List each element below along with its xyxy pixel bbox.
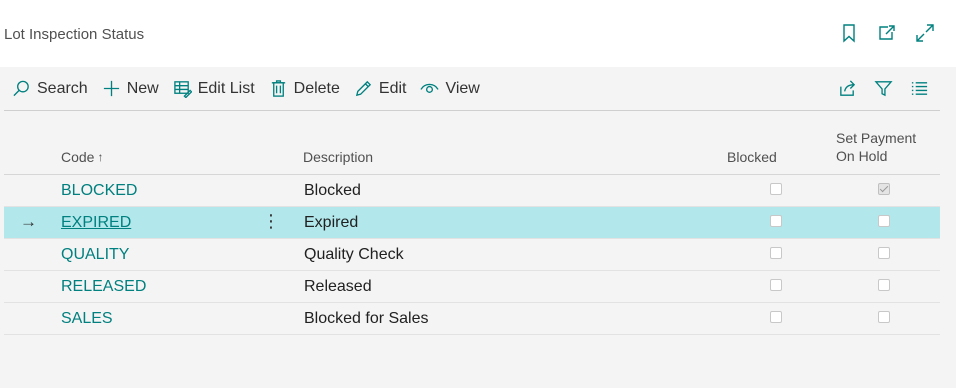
delete-label: Delete xyxy=(293,79,340,97)
table-row[interactable]: QUALITY Quality Check xyxy=(4,239,940,271)
share-icon[interactable] xyxy=(836,78,858,100)
column-headers: Code ↑ Description Blocked Set Payment O… xyxy=(4,111,940,175)
list-view-icon[interactable] xyxy=(908,78,930,100)
row-code-link[interactable]: QUALITY xyxy=(61,246,129,264)
row-code-link[interactable]: BLOCKED xyxy=(61,182,137,200)
edit-list-label: Edit List xyxy=(197,79,255,97)
new-label: New xyxy=(126,79,159,97)
blocked-checkbox xyxy=(770,215,782,227)
eye-icon xyxy=(420,83,440,93)
set-payment-on-hold-checkbox xyxy=(878,183,890,195)
filter-icon[interactable] xyxy=(872,78,894,100)
search-icon xyxy=(13,80,29,97)
page-header: Lot Inspection Status xyxy=(0,0,956,67)
edit-button[interactable]: Edit xyxy=(347,74,414,104)
set-payment-on-hold-checkbox xyxy=(878,215,890,227)
blocked-checkbox xyxy=(770,183,782,195)
set-payment-on-hold-checkbox xyxy=(878,247,890,259)
search-button[interactable]: Search xyxy=(4,74,95,104)
row-code-link[interactable]: RELEASED xyxy=(61,278,146,296)
page-title: Lot Inspection Status xyxy=(4,26,145,43)
toolbar-right-actions xyxy=(836,78,940,100)
row-more-options-icon[interactable]: ⋮ xyxy=(262,211,280,232)
view-button[interactable]: View xyxy=(413,74,486,104)
blocked-checkbox xyxy=(770,247,782,259)
row-description: Quality Check xyxy=(304,246,404,263)
edit-list-button[interactable]: Edit List xyxy=(166,74,262,104)
row-description: Released xyxy=(304,278,372,295)
row-description: Expired xyxy=(304,214,359,231)
expand-icon[interactable] xyxy=(914,22,936,44)
trash-icon xyxy=(271,80,285,97)
bookmark-icon[interactable] xyxy=(838,22,860,44)
table-row[interactable]: BLOCKED Blocked xyxy=(4,175,940,207)
column-hold-line1: Set Payment xyxy=(836,130,917,146)
header-actions xyxy=(838,22,936,44)
table-row[interactable]: SALES Blocked for Sales xyxy=(4,303,940,335)
status-list: Code ↑ Description Blocked Set Payment O… xyxy=(4,111,940,335)
column-code-label: Code xyxy=(61,149,95,165)
view-label: View xyxy=(445,79,480,97)
row-description: Blocked for Sales xyxy=(304,310,429,327)
column-header-description[interactable]: Description xyxy=(303,149,373,165)
blocked-checkbox xyxy=(770,311,782,323)
search-label: Search xyxy=(37,79,88,97)
edit-label: Edit xyxy=(378,79,407,97)
pencil-icon xyxy=(355,80,371,97)
set-payment-on-hold-checkbox xyxy=(878,279,890,291)
action-bar: Search New Edit List Delete Edit View xyxy=(4,67,940,111)
column-hold-line2: On Hold xyxy=(836,148,888,164)
blocked-checkbox xyxy=(770,279,782,291)
column-header-set-payment-on-hold[interactable]: Set Payment On Hold xyxy=(836,129,916,165)
column-header-code[interactable]: Code ↑ xyxy=(61,149,103,165)
edit-list-icon xyxy=(173,81,192,98)
delete-button[interactable]: Delete xyxy=(262,74,347,104)
row-code-link[interactable]: EXPIRED xyxy=(61,214,131,232)
row-code-link[interactable]: SALES xyxy=(61,310,113,328)
new-button[interactable]: New xyxy=(95,74,166,104)
current-row-arrow-icon: → xyxy=(20,212,37,231)
set-payment-on-hold-checkbox xyxy=(878,311,890,323)
plus-icon xyxy=(103,80,119,97)
table-row[interactable]: → EXPIRED ⋮ Expired xyxy=(4,207,940,239)
open-new-window-icon[interactable] xyxy=(876,22,898,44)
sort-ascending-icon: ↑ xyxy=(97,150,104,164)
column-header-blocked[interactable]: Blocked xyxy=(727,149,777,165)
row-description: Blocked xyxy=(304,182,361,199)
table-row[interactable]: RELEASED Released xyxy=(4,271,940,303)
